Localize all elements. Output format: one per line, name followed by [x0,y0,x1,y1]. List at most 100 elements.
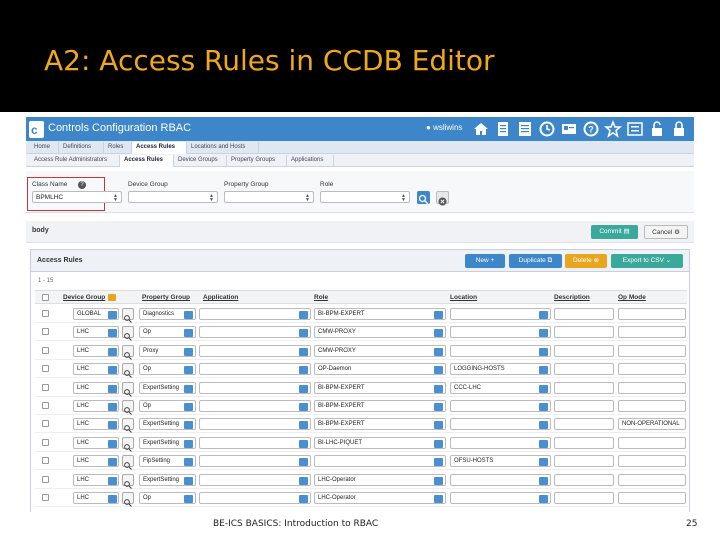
op-mode-select[interactable] [618,473,686,486]
row-checkbox[interactable] [42,475,49,483]
list-icon[interactable] [516,120,534,138]
location-select[interactable] [450,308,551,320]
clock-icon[interactable] [538,120,556,138]
tab-access-rules-sub[interactable]: Access Rules [120,155,174,167]
device-group-select[interactable]: LHC [73,344,119,357]
role-select[interactable]: BI-BPM-EXPERT [314,400,446,412]
op-mode-select[interactable] [618,326,686,339]
op-mode-select[interactable] [618,381,686,394]
application-select[interactable] [199,455,311,468]
search-button[interactable] [122,400,134,415]
col-device-group[interactable]: Device Group [63,294,105,301]
property-group-select[interactable]: ▲ ▼ [224,191,314,203]
help-icon[interactable]: ? [582,120,600,138]
device-group-select[interactable]: LHC [73,363,119,376]
col-op-mode[interactable]: Op Mode [618,294,646,301]
settings-icon[interactable] [626,120,644,138]
location-select[interactable] [450,326,551,339]
tab-roles[interactable]: Roles [104,142,132,154]
op-mode-select[interactable] [618,492,686,504]
row-checkbox[interactable] [42,383,49,391]
device-group-select[interactable]: ▲ ▼ [128,191,218,203]
device-group-select[interactable]: LHC [73,473,119,486]
row-checkbox[interactable] [42,494,49,501]
op-mode-select[interactable] [618,436,686,449]
description-input[interactable] [554,473,614,486]
role-select[interactable]: BI-BPM-EXPERT [314,381,446,394]
select-all-checkbox[interactable] [42,294,49,301]
search-button[interactable] [122,363,134,379]
property-group-select[interactable]: ExpertSetting [139,418,196,431]
property-group-select[interactable]: Op [139,363,196,376]
search-button[interactable] [417,191,430,205]
cancel-button[interactable]: Cancel ⚙ [644,225,688,239]
property-group-select[interactable]: Proxy [139,344,196,357]
tab-device-groups[interactable]: Device Groups [174,155,227,167]
delete-button[interactable]: Delete ⊗ [565,254,607,268]
location-select[interactable] [450,492,551,504]
device-group-select[interactable]: LHC [73,418,119,431]
description-input[interactable] [554,418,614,431]
tab-locations-and-hosts[interactable]: Locations and Hosts [187,142,259,154]
search-button[interactable] [122,473,134,489]
property-group-select[interactable]: Diagnostics [139,308,196,320]
property-group-select[interactable]: Op [139,326,196,339]
op-mode-select[interactable] [618,363,686,376]
application-select[interactable] [199,381,311,394]
role-select[interactable]: BI-LHC-PIQUET [314,436,446,449]
description-input[interactable] [554,326,614,339]
duplicate-button[interactable]: Duplicate ⧉ [509,254,562,268]
description-input[interactable] [554,363,614,376]
search-button[interactable] [122,436,134,452]
application-select[interactable] [199,436,311,449]
location-select[interactable] [450,400,551,412]
property-group-select[interactable]: ExpertSetting [139,381,196,394]
op-mode-select[interactable] [618,308,686,320]
col-application[interactable]: Application [203,294,238,301]
description-input[interactable] [554,455,614,468]
row-checkbox[interactable] [42,420,49,428]
location-select[interactable] [450,418,551,431]
device-group-select[interactable]: LHC [73,381,119,394]
card-icon[interactable] [560,120,578,138]
op-mode-select[interactable] [618,455,686,468]
col-location[interactable]: Location [450,294,477,301]
tab-access-rules[interactable]: Access Rules [132,142,187,154]
op-mode-select[interactable]: NON-OPERATIONAL [618,418,686,431]
row-checkbox[interactable] [42,346,49,354]
new-button[interactable]: New + [465,254,505,268]
row-checkbox[interactable] [42,310,49,317]
role-select[interactable]: OP-Daemon [314,363,446,376]
property-group-select[interactable]: ExpertSetting [139,436,196,449]
tab-home[interactable]: Home [30,142,59,154]
sort-dropdown-icon[interactable] [108,294,116,301]
application-select[interactable] [199,308,311,320]
device-group-select[interactable]: GLOBAL [73,308,119,320]
application-select[interactable] [199,400,311,412]
col-role[interactable]: Role [314,294,328,301]
home-icon[interactable] [472,120,490,138]
device-group-select[interactable]: LHC [73,436,119,449]
role-select[interactable]: CMW-PROXY [314,344,446,357]
star-icon[interactable] [604,119,622,138]
row-checkbox[interactable] [42,328,49,336]
device-group-select[interactable]: LHC [73,326,119,339]
application-select[interactable] [199,473,311,486]
search-button[interactable] [122,455,134,471]
property-group-select[interactable]: Op [139,492,196,504]
location-select[interactable]: CCC-LHC [450,381,551,394]
property-group-select[interactable]: FipSetting [139,455,196,468]
description-input[interactable] [554,381,614,394]
search-button[interactable] [122,418,134,434]
row-checkbox[interactable] [42,438,49,446]
op-mode-select[interactable] [618,344,686,357]
property-group-select[interactable]: ExpertSetting [139,473,196,486]
tab-property-groups[interactable]: Property Groups [227,155,287,167]
row-checkbox[interactable] [42,457,49,465]
device-group-select[interactable]: LHC [73,455,119,468]
application-select[interactable] [199,344,311,357]
description-input[interactable] [554,492,614,504]
location-select[interactable]: LOGGING-HOSTS [450,363,551,376]
description-input[interactable] [554,344,614,357]
application-select[interactable] [199,418,311,431]
